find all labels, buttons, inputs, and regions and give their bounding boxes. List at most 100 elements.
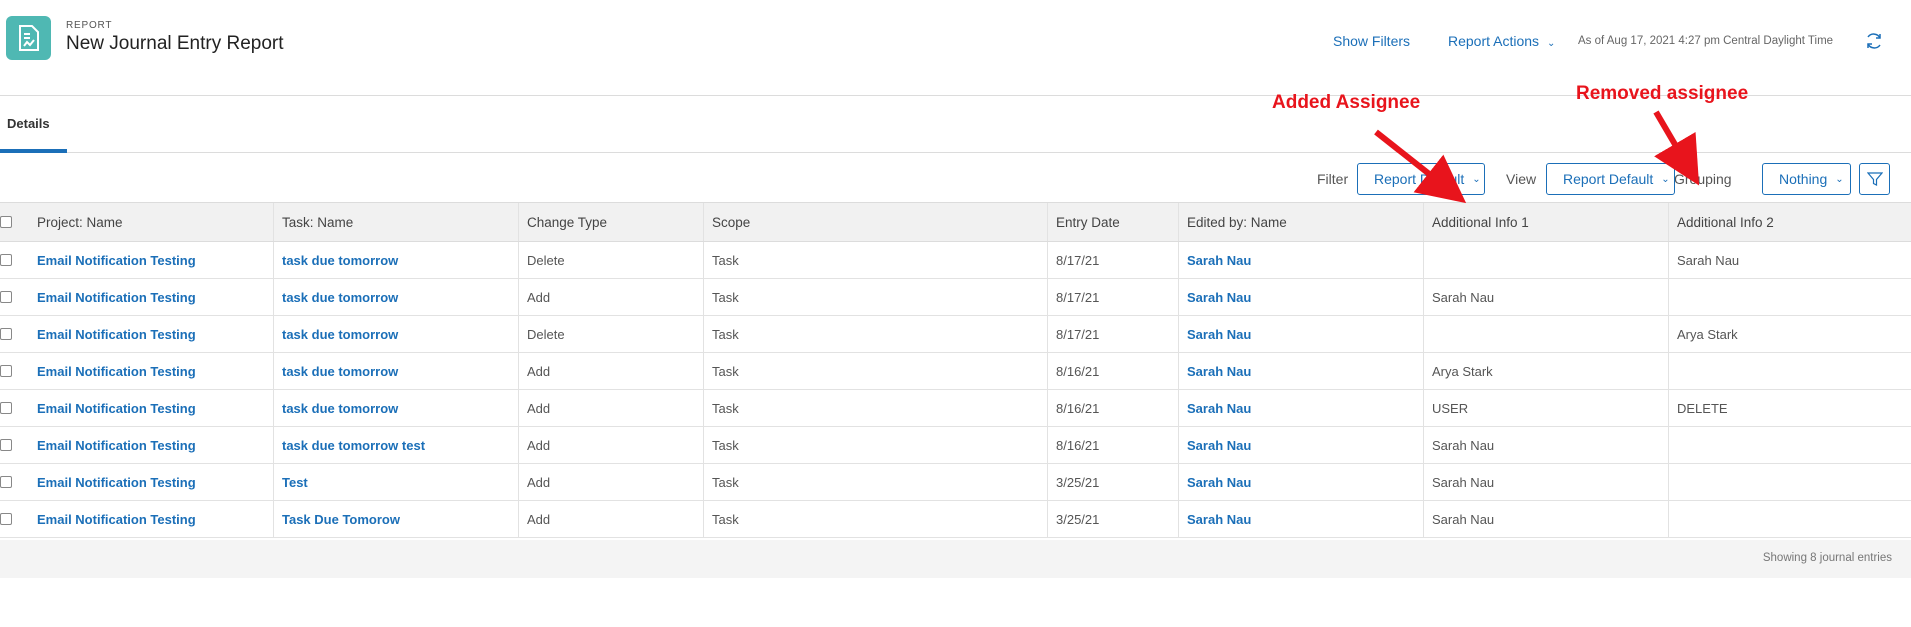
column-header-change-type[interactable]: Change Type bbox=[518, 203, 703, 241]
column-header-project-name[interactable]: Project: Name bbox=[30, 203, 273, 241]
cell-project-name: Email Notification Testing bbox=[30, 464, 273, 500]
cell-scope: Task bbox=[703, 316, 1047, 352]
cell-scope: Task bbox=[703, 464, 1047, 500]
task-name-value[interactable]: task due tomorrow test bbox=[282, 438, 425, 453]
tab-details[interactable]: Details bbox=[0, 97, 67, 153]
row-checkbox[interactable] bbox=[0, 254, 12, 266]
row-checkbox[interactable] bbox=[0, 476, 12, 488]
task-name-value[interactable]: task due tomorrow bbox=[282, 401, 398, 416]
cell-change-type: Add bbox=[518, 353, 703, 389]
journal-entry-table: Project: Name Task: Name Change Type Scope E… bbox=[0, 202, 1911, 538]
row-select-cell bbox=[0, 316, 30, 352]
task-name-value[interactable]: Task Due Tomorow bbox=[282, 512, 400, 527]
entry-date-value: 8/16/21 bbox=[1056, 363, 1100, 379]
task-name-value[interactable]: task due tomorrow bbox=[282, 253, 398, 268]
cell-task-name: Task Due Tomorow bbox=[273, 501, 518, 537]
column-header-additional-info-1[interactable]: Additional Info 1 bbox=[1423, 203, 1668, 241]
edited-by-value[interactable]: Sarah Nau bbox=[1187, 438, 1251, 453]
cell-task-name: Test bbox=[273, 464, 518, 500]
grouping-dropdown[interactable]: Nothing ⌄ bbox=[1762, 163, 1851, 195]
table-footer: Showing 8 journal entries bbox=[0, 540, 1911, 578]
column-header-entry-date[interactable]: Entry Date bbox=[1047, 203, 1178, 241]
edited-by-value[interactable]: Sarah Nau bbox=[1187, 401, 1251, 416]
project-name-value[interactable]: Email Notification Testing bbox=[37, 327, 196, 342]
select-all-checkbox[interactable] bbox=[0, 216, 12, 228]
cell-additional-info-2: DELETE bbox=[1668, 390, 1911, 426]
cell-entry-date: 8/16/21 bbox=[1047, 390, 1178, 426]
cell-task-name: task due tomorrow test bbox=[273, 427, 518, 463]
scope-value: Task bbox=[712, 474, 739, 490]
refresh-icon[interactable] bbox=[1864, 31, 1884, 51]
row-checkbox[interactable] bbox=[0, 328, 12, 340]
cell-additional-info-1 bbox=[1423, 316, 1668, 352]
project-name-value[interactable]: Email Notification Testing bbox=[37, 475, 196, 490]
table-row: Email Notification Testing task due tomor… bbox=[0, 427, 1911, 464]
table-row: Email Notification Testing task due tomor… bbox=[0, 242, 1911, 279]
column-header-task-name[interactable]: Task: Name bbox=[273, 203, 518, 241]
cell-task-name: task due tomorrow bbox=[273, 390, 518, 426]
filter-icon-button[interactable] bbox=[1859, 163, 1890, 195]
row-select-cell bbox=[0, 501, 30, 537]
scope-value: Task bbox=[712, 252, 739, 268]
cell-scope: Task bbox=[703, 427, 1047, 463]
project-name-value[interactable]: Email Notification Testing bbox=[37, 253, 196, 268]
show-filters-link[interactable]: Show Filters bbox=[1333, 33, 1410, 49]
filter-dropdown[interactable]: Report Default ⌄ bbox=[1357, 163, 1485, 195]
column-header-scope[interactable]: Scope bbox=[703, 203, 1047, 241]
report-actions-button[interactable]: Report Actions ⌄ bbox=[1448, 33, 1555, 49]
edited-by-value[interactable]: Sarah Nau bbox=[1187, 290, 1251, 305]
row-select-cell bbox=[0, 427, 30, 463]
column-header-edited-by[interactable]: Edited by: Name bbox=[1178, 203, 1423, 241]
entry-date-value: 8/17/21 bbox=[1056, 326, 1100, 342]
project-name-value[interactable]: Email Notification Testing bbox=[37, 438, 196, 453]
edited-by-value[interactable]: Sarah Nau bbox=[1187, 253, 1251, 268]
task-name-value[interactable]: Test bbox=[282, 475, 308, 490]
row-select-cell bbox=[0, 464, 30, 500]
chevron-down-icon: ⌄ bbox=[1661, 173, 1670, 185]
change-type-value: Delete bbox=[527, 326, 565, 342]
entry-date-value: 3/25/21 bbox=[1056, 511, 1100, 527]
column-header-additional-info-2[interactable]: Additional Info 2 bbox=[1668, 203, 1911, 241]
annotation-removed-assignee: Removed assignee bbox=[1576, 83, 1749, 104]
project-name-value[interactable]: Email Notification Testing bbox=[37, 401, 196, 416]
cell-entry-date: 3/25/21 bbox=[1047, 464, 1178, 500]
task-name-value[interactable]: task due tomorrow bbox=[282, 290, 398, 305]
additional-info-1-value: Sarah Nau bbox=[1432, 289, 1495, 305]
task-name-value[interactable]: task due tomorrow bbox=[282, 364, 398, 379]
cell-additional-info-2 bbox=[1668, 464, 1911, 500]
cell-additional-info-1: Sarah Nau bbox=[1423, 464, 1668, 500]
row-checkbox[interactable] bbox=[0, 402, 12, 414]
view-dropdown[interactable]: Report Default ⌄ bbox=[1546, 163, 1675, 195]
page-title: New Journal Entry Report bbox=[66, 33, 284, 54]
table-row: Email Notification Testing Test Add Task 3/2… bbox=[0, 464, 1911, 501]
project-name-value[interactable]: Email Notification Testing bbox=[37, 512, 196, 527]
cell-additional-info-1: Sarah Nau bbox=[1423, 427, 1668, 463]
cell-entry-date: 3/25/21 bbox=[1047, 501, 1178, 537]
row-checkbox[interactable] bbox=[0, 365, 12, 377]
cell-project-name: Email Notification Testing bbox=[30, 316, 273, 352]
edited-by-value[interactable]: Sarah Nau bbox=[1187, 364, 1251, 379]
additional-info-1-value: Sarah Nau bbox=[1432, 437, 1495, 453]
change-type-value: Add bbox=[527, 400, 551, 416]
row-checkbox[interactable] bbox=[0, 513, 12, 525]
view-dropdown-value: Report Default bbox=[1563, 171, 1654, 187]
edited-by-value[interactable]: Sarah Nau bbox=[1187, 512, 1251, 527]
additional-info-1-value: Sarah Nau bbox=[1432, 474, 1495, 490]
edited-by-value[interactable]: Sarah Nau bbox=[1187, 475, 1251, 490]
report-app-icon bbox=[6, 16, 51, 60]
tab-details-label: Details bbox=[7, 116, 50, 131]
change-type-value: Delete bbox=[527, 252, 565, 268]
project-name-value[interactable]: Email Notification Testing bbox=[37, 290, 196, 305]
cell-task-name: task due tomorrow bbox=[273, 316, 518, 352]
edited-by-value[interactable]: Sarah Nau bbox=[1187, 327, 1251, 342]
change-type-value: Add bbox=[527, 511, 551, 527]
row-checkbox[interactable] bbox=[0, 291, 12, 303]
row-select-cell bbox=[0, 353, 30, 389]
project-name-value[interactable]: Email Notification Testing bbox=[37, 364, 196, 379]
grouping-dropdown-value: Nothing bbox=[1779, 171, 1828, 187]
cell-edited-by: Sarah Nau bbox=[1178, 279, 1423, 315]
table-row: Email Notification Testing task due tomor… bbox=[0, 279, 1911, 316]
row-checkbox[interactable] bbox=[0, 439, 12, 451]
task-name-value[interactable]: task due tomorrow bbox=[282, 327, 398, 342]
cell-additional-info-1 bbox=[1423, 242, 1668, 278]
